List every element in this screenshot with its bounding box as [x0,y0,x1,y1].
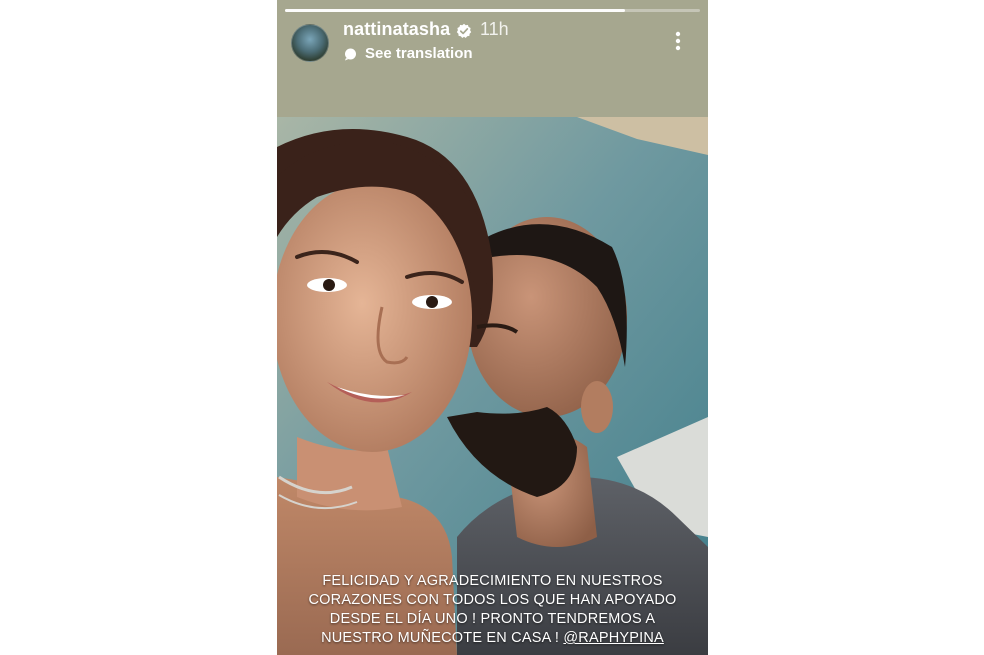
translate-bubble-icon [345,48,356,61]
story-progress-fill [285,9,626,12]
post-time: 11h [480,19,509,39]
story-viewer[interactable]: nattinatasha 11h See translation FELICID… [277,0,708,655]
caption-line-4-text: NUESTRO MUÑECOTE EN CASA ! [321,630,564,646]
username[interactable]: nattinatasha [343,19,450,40]
story-progress-bar [285,9,700,12]
verified-badge-icon [456,23,472,38]
caption-line-4: NUESTRO MUÑECOTE EN CASA ! @RAPHYPINA [297,629,688,648]
caption-line-1: FELICIDAD Y AGRADECIMIENTO EN NUESTROS [322,573,663,589]
more-vertical-icon[interactable] [672,30,684,52]
avatar[interactable] [291,24,329,62]
caption-line-2: CORAZONES CON TODOS LOS QUE HAN APOYADO [308,592,677,608]
mention-link[interactable]: @RAPHYPINA [563,630,664,646]
see-translation-link[interactable]: See translation [365,45,473,62]
story-caption: FELICIDAD Y AGRADECIMIENTO EN NUESTROS C… [297,572,688,648]
caption-line-3: DESDE EL DÍA UNO ! PRONTO TENDREMOS A [329,611,656,627]
